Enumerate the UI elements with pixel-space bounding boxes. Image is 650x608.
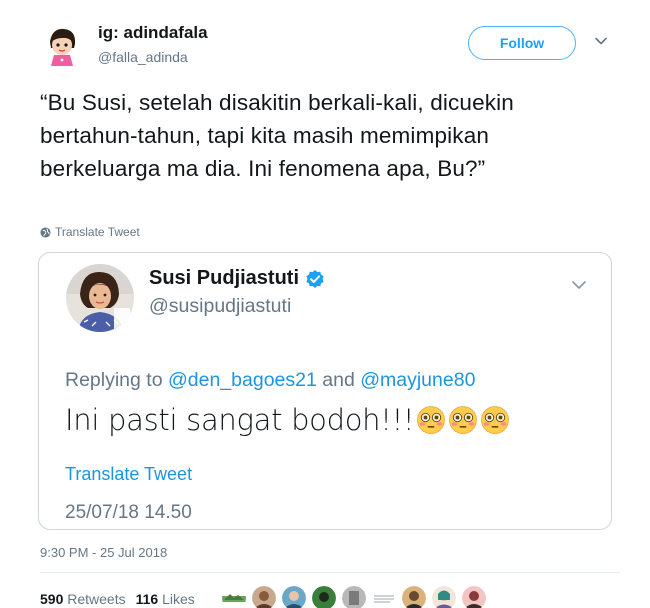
engagement-stats: 590 Retweets 116 Likes — [40, 591, 195, 607]
divider — [40, 572, 620, 573]
retweets-count: 590 — [40, 591, 64, 607]
liker-avatar[interactable] — [402, 586, 426, 608]
flushed-face-emoji — [481, 406, 510, 434]
tweet-header: ig: adindafala @falla_adinda Follow — [40, 22, 620, 72]
liker-avatar[interactable] — [342, 586, 366, 608]
display-name[interactable]: ig: adindafala — [98, 23, 208, 43]
mention-link[interactable]: @mayjune80 — [360, 369, 475, 391]
quoted-display-name[interactable]: Susi Pudjiastuti — [149, 267, 299, 290]
retweets-label: Retweets — [67, 591, 126, 607]
mention-link[interactable]: @den_bagoes21 — [168, 369, 317, 391]
replying-prefix: Replying to — [65, 369, 163, 391]
chevron-down-icon[interactable] — [594, 34, 608, 48]
likes-stat[interactable]: 116 Likes — [136, 591, 195, 607]
quoted-tweet-text-row: Ini pasti sangat bodoh!!! — [65, 403, 510, 437]
replying-and: and — [322, 369, 355, 391]
liker-avatar[interactable] — [312, 586, 336, 608]
retweets-stat[interactable]: 590 Retweets — [40, 591, 126, 607]
liker-avatar[interactable] — [432, 586, 456, 608]
quoted-tweet-text: Ini pasti sangat bodoh!!! — [65, 403, 415, 437]
likes-count: 116 — [135, 591, 159, 607]
flushed-face-emoji — [417, 406, 446, 434]
translate-tweet-label[interactable]: Translate Tweet — [55, 225, 140, 239]
follow-button[interactable]: Follow — [468, 26, 576, 60]
quoted-date: 25/07/18 14.50 — [65, 502, 192, 523]
likes-label: Likes — [162, 591, 195, 607]
quoted-avatar[interactable] — [66, 264, 134, 332]
tweet-timestamp[interactable]: 9:30 PM - 25 Jul 2018 — [40, 545, 167, 560]
avatar[interactable] — [40, 24, 84, 68]
liker-avatar[interactable] — [282, 586, 306, 608]
verified-badge-icon — [306, 269, 324, 288]
liker-avatar[interactable] — [222, 586, 246, 608]
liker-avatar[interactable] — [462, 586, 486, 608]
emoji-group — [416, 405, 510, 435]
globe-icon — [40, 226, 51, 238]
replying-to-line: Replying to @den_bagoes21 and @mayjune80 — [65, 369, 475, 392]
quoted-translate-tweet-link[interactable]: Translate Tweet — [65, 464, 192, 485]
liker-avatar[interactable] — [252, 586, 276, 608]
user-handle[interactable]: @falla_adinda — [98, 49, 188, 65]
likers-avatars — [222, 586, 486, 608]
liker-avatar[interactable] — [372, 586, 396, 608]
quoted-tweet-card[interactable]: Susi Pudjiastuti @susipudjiastuti Replyi… — [38, 252, 612, 530]
chevron-down-icon[interactable] — [571, 277, 587, 293]
quoted-display-name-row[interactable]: Susi Pudjiastuti — [149, 267, 325, 290]
tweet-text: “Bu Susi, setelah disakitin berkali-kali… — [40, 90, 514, 181]
quoted-user-handle[interactable]: @susipudjiastuti — [149, 295, 291, 318]
flushed-face-emoji — [449, 406, 478, 434]
translate-tweet-link[interactable]: Translate Tweet — [40, 225, 140, 239]
